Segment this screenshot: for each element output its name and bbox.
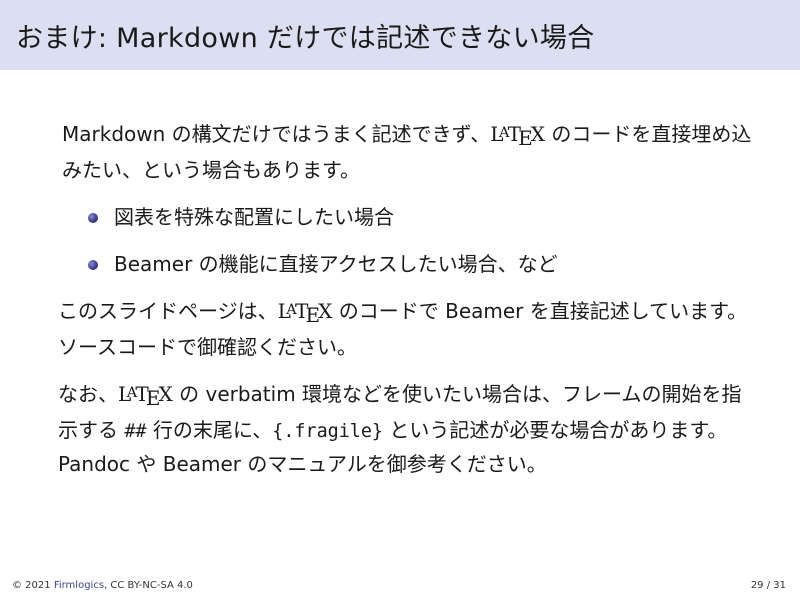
- bullet-list: 図表を特殊な配置にしたい場合 Beamer の機能に直接アクセスしたい場合、など: [58, 201, 758, 281]
- footer-credit: © 2021 Firmlogics, CC BY-NC-SA 4.0: [12, 580, 193, 591]
- code-hash: ##: [124, 421, 147, 442]
- intro-text-a: Markdown の構文だけではうまく記述できず、: [62, 122, 491, 146]
- latex-logo: LATEX: [118, 382, 173, 411]
- source-note-text-a: このスライドページは、: [58, 299, 278, 323]
- latex-logo: LATEX: [277, 299, 333, 328]
- copyright-text: © 2021: [12, 580, 54, 591]
- bullet-icon: [88, 213, 98, 223]
- source-note-paragraph: このスライドページは、LATEX のコードで Beamer を直接記述しています…: [58, 295, 758, 364]
- list-item: Beamer の機能に直接アクセスしたい場合、など: [88, 248, 758, 281]
- page-number: 29 / 31: [750, 580, 786, 591]
- list-item-text: Beamer の機能に直接アクセスしたい場合、など: [114, 252, 558, 276]
- slide-title: おまけ: Markdown だけでは記述できない場合: [0, 0, 800, 70]
- fragile-note-paragraph: なお、LATEX の verbatim 環境などを使いたい場合は、フレームの開始…: [58, 378, 758, 481]
- fragile-text-a: なお、: [58, 382, 118, 406]
- code-fragile: {.fragile}: [272, 421, 384, 442]
- list-item: 図表を特殊な配置にしたい場合: [88, 201, 758, 234]
- license-text: , CC BY-NC-SA 4.0: [104, 580, 193, 591]
- slide-footer: © 2021 Firmlogics, CC BY-NC-SA 4.0 29 / …: [12, 580, 786, 596]
- list-item-text: 図表を特殊な配置にしたい場合: [114, 205, 394, 229]
- intro-paragraph: Markdown の構文だけではうまく記述できず、LATEX のコードを直接埋め…: [62, 118, 758, 187]
- fragile-text-c: 行の末尾に、: [146, 418, 273, 442]
- org-link[interactable]: Firmlogics: [54, 580, 104, 591]
- bullet-icon: [88, 260, 98, 270]
- slide-body: Markdown の構文だけではうまく記述できず、LATEX のコードを直接埋め…: [58, 118, 758, 495]
- latex-logo: LATEX: [490, 122, 546, 151]
